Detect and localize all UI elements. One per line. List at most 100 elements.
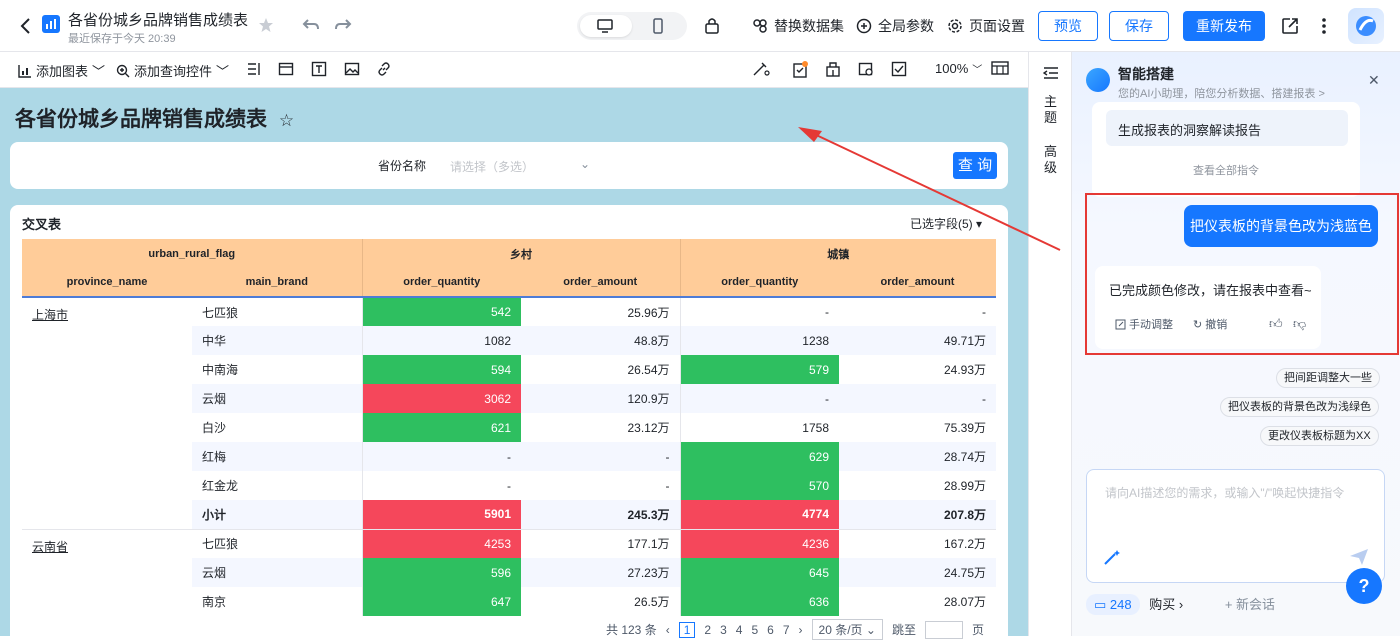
layout-icon[interactable]: [246, 61, 262, 77]
undo-icon[interactable]: [302, 17, 320, 33]
magic-icon[interactable]: [752, 61, 770, 77]
measure-header[interactable]: order_quantity: [362, 268, 521, 297]
thumbs-up-icon[interactable]: 👍︎: [1269, 316, 1283, 332]
redo-icon[interactable]: [334, 17, 352, 33]
table-row: 云烟 3062 120.9万 - -: [22, 384, 996, 413]
global-params-button[interactable]: 全局参数: [856, 16, 934, 36]
replace-dataset-button[interactable]: 替换数据集: [752, 16, 844, 36]
prev-page-icon[interactable]: ‹: [666, 623, 670, 637]
command-item[interactable]: 生成报表的洞察解读报告: [1106, 110, 1348, 146]
brand-cell: 中南海: [192, 355, 363, 384]
mobile-icon[interactable]: [653, 18, 663, 34]
next-page-icon[interactable]: ›: [799, 623, 803, 637]
report-title[interactable]: 各省份城乡品牌销售成绩表: [68, 9, 248, 30]
credits-chip[interactable]: ▭ 248: [1086, 594, 1140, 615]
province-cell-empty: [22, 500, 192, 529]
add-chart-button[interactable]: 添加图表 ﹀: [18, 61, 105, 80]
search-plus-icon: [116, 64, 130, 77]
selected-fields-dropdown[interactable]: 已选字段(5) ▾: [910, 215, 982, 232]
total-count: 共 123 条: [606, 623, 657, 637]
hide-icon[interactable]: [858, 61, 874, 77]
suggestion-chip[interactable]: 更改仪表板标题为XX: [1260, 426, 1379, 446]
undo-action-button[interactable]: ↻ 撤销: [1193, 316, 1227, 332]
image-icon[interactable]: [344, 61, 360, 77]
row-header-brand[interactable]: main_brand: [192, 268, 363, 297]
building-icon[interactable]: [825, 61, 841, 77]
text-icon[interactable]: [311, 61, 327, 77]
zoom-select[interactable]: 100% ﹀: [935, 61, 982, 76]
tab-theme[interactable]: 主题: [1044, 94, 1058, 126]
dashboard-title[interactable]: 各省份城乡品牌销售成绩表 ☆: [15, 103, 294, 133]
value-cell: 4774: [679, 500, 839, 529]
star-icon[interactable]: [258, 17, 274, 33]
page-4[interactable]: 4: [736, 623, 743, 637]
group-header-urban[interactable]: 城镇: [680, 239, 996, 268]
new-chat-button[interactable]: + 新会话: [1225, 597, 1275, 612]
ai-footer: ▭ 248 购买 › + 新会话: [1086, 594, 1275, 615]
keyboard-icon[interactable]: [991, 61, 1009, 75]
save-button[interactable]: 保存: [1109, 11, 1169, 41]
task-icon[interactable]: [792, 61, 810, 79]
page-size-select[interactable]: 20 条/页 ⌄: [811, 619, 883, 640]
desktop-icon[interactable]: [597, 19, 613, 33]
send-icon[interactable]: [1349, 548, 1369, 566]
measure-header[interactable]: order_amount: [521, 268, 681, 297]
republish-button[interactable]: 重新发布: [1183, 11, 1265, 41]
page-1[interactable]: 1: [678, 621, 696, 638]
page-3[interactable]: 3: [720, 623, 727, 637]
jump-label: 跳至: [891, 623, 916, 637]
view-all-commands-link[interactable]: 查看全部指令: [1092, 162, 1360, 178]
preview-button[interactable]: 预览: [1038, 11, 1098, 41]
province-select[interactable]: 请选择（多选） ⌄: [440, 152, 598, 178]
magic-wand-icon[interactable]: [1103, 548, 1121, 566]
property-side-tabs: 主题 高级: [1028, 52, 1072, 636]
brand-cell: 七匹狼: [192, 297, 363, 326]
page-2[interactable]: 2: [704, 623, 711, 637]
row-header-province[interactable]: province_name: [22, 268, 192, 297]
buy-link[interactable]: 购买 ›: [1149, 597, 1183, 612]
table-row: 上海市 七匹狼 542 25.96万 - -: [22, 297, 996, 326]
star-outline-icon[interactable]: ☆: [279, 111, 294, 130]
device-switch[interactable]: [577, 12, 687, 40]
ai-assistant-avatar[interactable]: [1348, 8, 1384, 44]
page-7[interactable]: 7: [783, 623, 790, 637]
command-list: 生成报表的洞察解读报告 查看全部指令: [1092, 102, 1360, 197]
value-cell: -: [679, 384, 839, 413]
check-list-icon[interactable]: [891, 61, 907, 77]
tab-advanced[interactable]: 高级: [1044, 144, 1058, 176]
page-settings-button[interactable]: 页面设置: [947, 16, 1025, 36]
value-cell: 75.39万: [943, 421, 986, 435]
value-cell: -: [362, 442, 521, 471]
page-5[interactable]: 5: [751, 623, 758, 637]
help-button[interactable]: ?: [1346, 568, 1382, 604]
suggestion-chip[interactable]: 把间距调整大一些: [1276, 368, 1380, 388]
query-button[interactable]: 查 询: [953, 152, 997, 179]
close-icon[interactable]: ✕: [1368, 72, 1380, 89]
back-icon[interactable]: [16, 16, 36, 36]
manual-adjust-button[interactable]: 手动调整: [1115, 316, 1173, 332]
measure-header[interactable]: order_quantity: [680, 268, 839, 297]
suggestion-chip[interactable]: 把仪表板的背景色改为浅绿色: [1220, 397, 1379, 417]
province-filter-label: 省份名称: [378, 159, 427, 173]
collapse-panel-icon[interactable]: [1043, 66, 1059, 80]
page-6[interactable]: 6: [767, 623, 774, 637]
link-icon[interactable]: [376, 61, 392, 77]
value-cell: 1758: [679, 413, 839, 442]
ai-prompt-input[interactable]: 请向AI描述您的需求，或输入"/"唤起快捷指令: [1086, 469, 1385, 583]
page-unit: 页: [971, 623, 984, 637]
lock-icon[interactable]: [704, 16, 720, 34]
dashboard-canvas: 各省份城乡品牌销售成绩表 ☆ 省份名称 请选择（多选） ⌄ 查 询 交叉表 已选…: [0, 88, 1028, 636]
ai-logo-icon: [1086, 68, 1110, 92]
ai-panel-subtitle[interactable]: 您的AI小助理，陪您分析数据、搭建报表 >: [1118, 85, 1325, 101]
ai-panel-title: 智能搭建: [1118, 66, 1174, 82]
province-cell[interactable]: 上海市: [22, 297, 192, 326]
group-header-rural[interactable]: 乡村: [362, 239, 681, 268]
tab-container-icon[interactable]: [278, 61, 294, 77]
value-cell: 621: [362, 413, 521, 442]
thumbs-down-icon[interactable]: 👎︎: [1293, 316, 1306, 332]
add-query-control-button[interactable]: 添加查询控件 ﹀: [116, 61, 229, 80]
share-icon[interactable]: [1281, 17, 1299, 35]
province-cell[interactable]: 云南省: [22, 529, 192, 558]
measure-header[interactable]: order_amount: [839, 268, 996, 297]
more-icon[interactable]: [1321, 16, 1327, 36]
